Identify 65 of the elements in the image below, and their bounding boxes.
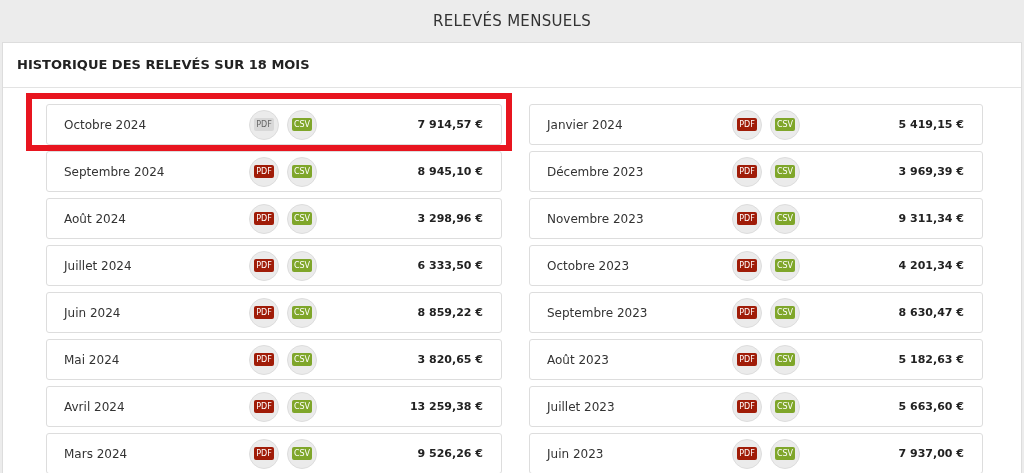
pdf-download-button[interactable]: PDF bbox=[249, 391, 279, 422]
month-label: Octobre 2023 bbox=[547, 258, 631, 273]
month-label: Janvier 2024 bbox=[547, 117, 624, 132]
amount: 5 663,60 € bbox=[898, 400, 964, 413]
pdf-download-button[interactable]: PDF bbox=[249, 250, 279, 281]
month-label: Décembre 2023 bbox=[547, 164, 645, 179]
csv-download-button[interactable]: CSV bbox=[287, 203, 317, 234]
month-label: Mars 2024 bbox=[64, 446, 129, 461]
amount: 3 969,39 € bbox=[898, 165, 964, 178]
pdf-download-button[interactable]: PDF bbox=[732, 297, 762, 328]
csv-download-button[interactable]: CSV bbox=[287, 391, 317, 422]
amount: 8 859,22 € bbox=[417, 306, 483, 319]
pdf-download-button[interactable]: PDF bbox=[732, 109, 762, 140]
csv-download-button[interactable]: CSV bbox=[287, 109, 317, 140]
month-label: Août 2023 bbox=[547, 352, 610, 367]
amount: 3 820,65 € bbox=[417, 353, 483, 366]
pdf-download-button[interactable]: PDF bbox=[249, 344, 279, 375]
amount: 9 311,34 € bbox=[898, 212, 964, 225]
pdf-download-button[interactable]: PDF bbox=[249, 438, 279, 469]
csv-download-button[interactable]: CSV bbox=[287, 438, 317, 469]
csv-download-button[interactable]: CSV bbox=[770, 438, 800, 469]
csv-download-button[interactable]: CSV bbox=[770, 203, 800, 234]
pdf-download-button[interactable]: PDF bbox=[732, 344, 762, 375]
month-label: Novembre 2023 bbox=[547, 211, 645, 226]
amount: 3 298,96 € bbox=[417, 212, 483, 225]
amount: 4 201,34 € bbox=[898, 259, 964, 272]
csv-download-button[interactable]: CSV bbox=[287, 297, 317, 328]
csv-download-button[interactable]: CSV bbox=[287, 156, 317, 187]
pdf-download-button[interactable]: PDF bbox=[732, 391, 762, 422]
month-label: Avril 2024 bbox=[64, 399, 126, 414]
month-label: Mai 2024 bbox=[64, 352, 121, 367]
pdf-download-button[interactable]: PDF bbox=[249, 156, 279, 187]
amount: 9 526,26 € bbox=[417, 447, 483, 460]
csv-download-button[interactable]: CSV bbox=[770, 156, 800, 187]
month-label: Juillet 2024 bbox=[64, 258, 133, 273]
csv-download-button[interactable]: CSV bbox=[770, 109, 800, 140]
pdf-download-button[interactable]: PDF bbox=[732, 438, 762, 469]
page-title: RELEVÉS MENSUELS bbox=[432, 12, 592, 30]
pdf-download-button[interactable]: PDF bbox=[732, 203, 762, 234]
panel-title: HISTORIQUE DES RELEVÉS SUR 18 MOIS bbox=[3, 43, 1021, 88]
amount: 7 937,00 € bbox=[898, 447, 964, 460]
month-label: Août 2024 bbox=[64, 211, 127, 226]
csv-download-button[interactable]: CSV bbox=[770, 391, 800, 422]
amount: 7 914,57 € bbox=[417, 118, 483, 131]
amount: 8 630,47 € bbox=[898, 306, 964, 319]
month-label: Septembre 2023 bbox=[547, 305, 649, 320]
month-label: Octobre 2024 bbox=[64, 117, 148, 132]
pdf-download-button[interactable]: PDF bbox=[732, 156, 762, 187]
amount: 6 333,50 € bbox=[417, 259, 483, 272]
csv-download-button[interactable]: CSV bbox=[770, 250, 800, 281]
csv-download-button[interactable]: CSV bbox=[287, 344, 317, 375]
month-label: Juin 2024 bbox=[64, 305, 122, 320]
pdf-download-button[interactable]: PDF bbox=[732, 250, 762, 281]
amount: 5 182,63 € bbox=[898, 353, 964, 366]
csv-download-button[interactable]: CSV bbox=[770, 344, 800, 375]
amount: 5 419,15 € bbox=[898, 118, 964, 131]
month-label: Juillet 2023 bbox=[547, 399, 616, 414]
month-label: Septembre 2024 bbox=[64, 164, 166, 179]
month-label: Juin 2023 bbox=[547, 446, 605, 461]
amount: 13 259,38 € bbox=[409, 400, 483, 413]
csv-download-button[interactable]: CSV bbox=[287, 250, 317, 281]
csv-download-button[interactable]: CSV bbox=[770, 297, 800, 328]
pdf-download-button[interactable]: PDF bbox=[249, 297, 279, 328]
pdf-download-button[interactable]: PDF bbox=[249, 203, 279, 234]
amount: 8 945,10 € bbox=[417, 165, 483, 178]
